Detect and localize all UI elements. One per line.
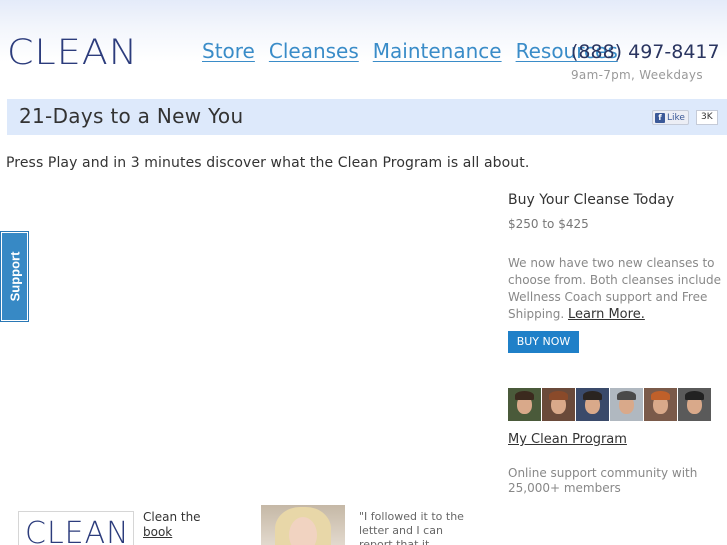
intro-text: Press Play and in 3 minutes discover wha…: [6, 155, 530, 171]
nav-cleanses[interactable]: Cleanses: [269, 38, 359, 64]
buy-now-button[interactable]: BUY NOW: [508, 331, 579, 353]
community-text: Online support community with 25,000+ me…: [508, 466, 698, 495]
support-tab-inner: Support: [2, 233, 27, 320]
member-avatar-2[interactable]: [542, 388, 575, 421]
my-clean-program-link[interactable]: My Clean Program: [508, 432, 627, 447]
page-title: 21-Days to a New You: [19, 104, 244, 128]
testimonial-photo: [261, 505, 345, 545]
like-count: 3K: [696, 110, 718, 125]
member-avatar-6[interactable]: [678, 388, 711, 421]
avatar-hair: [515, 391, 534, 400]
testimonial-face: [289, 517, 317, 545]
book-link[interactable]: book: [143, 525, 201, 540]
avatar-hair: [617, 391, 636, 400]
book-promo: Clean the book: [143, 510, 201, 540]
page-title-bar: 21-Days to a New You f Like 3K: [7, 99, 727, 135]
learn-more-link[interactable]: Learn More.: [568, 307, 645, 322]
support-tab-label: Support: [7, 251, 23, 302]
avatar-hair: [651, 391, 670, 400]
clean-logo[interactable]: CLEAN: [7, 33, 138, 72]
nav-maintenance[interactable]: Maintenance: [373, 38, 502, 64]
support-tab[interactable]: Support: [0, 231, 29, 322]
book-line: Clean the: [143, 510, 201, 524]
avatar-hair: [549, 391, 568, 400]
member-avatar-3[interactable]: [576, 388, 609, 421]
member-avatars: [508, 388, 711, 421]
avatar-hair: [685, 391, 704, 400]
business-hours: 9am-7pm, Weekdays: [571, 68, 703, 82]
testimonial-quote: "I followed it to the letter and I can r…: [359, 510, 464, 545]
cleanse-description: We now have two new cleanses to choose f…: [508, 255, 723, 323]
member-avatar-4[interactable]: [610, 388, 643, 421]
main-nav: Store Cleanses Maintenance Resources: [202, 38, 618, 64]
avatar-hair: [583, 391, 602, 400]
facebook-like-button[interactable]: f Like: [652, 110, 689, 125]
book-cover-thumbnail[interactable]: CLEAN: [18, 511, 134, 545]
like-label: Like: [667, 113, 685, 123]
book-logo: CLEAN: [25, 516, 130, 545]
member-avatar-1[interactable]: [508, 388, 541, 421]
buy-cleanse-section: Buy Your Cleanse Today: [508, 192, 723, 208]
price-range: $250 to $425: [508, 217, 589, 231]
facebook-icon: f: [655, 113, 665, 123]
buy-cleanse-heading: Buy Your Cleanse Today: [508, 192, 675, 208]
phone-number: (888) 497-8417: [571, 41, 720, 63]
nav-store[interactable]: Store: [202, 38, 255, 64]
member-avatar-5[interactable]: [644, 388, 677, 421]
